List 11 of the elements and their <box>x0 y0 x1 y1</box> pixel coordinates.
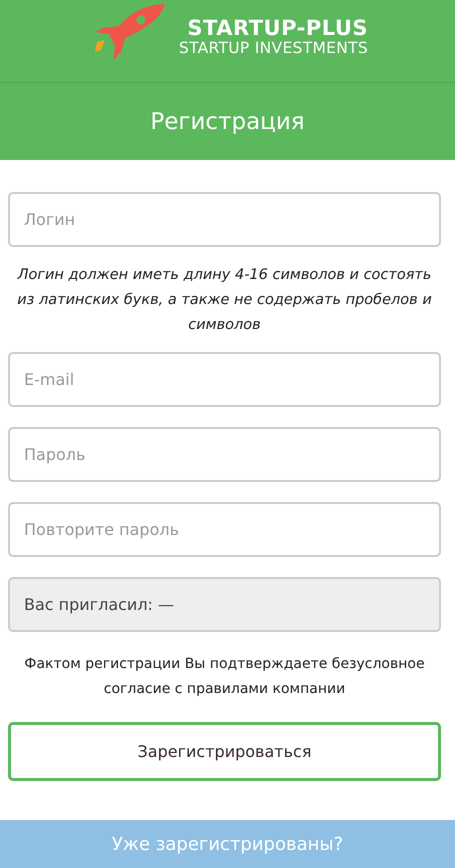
terms-text: Фактом регистрации Вы подтверждаете безусловное согласие с правилами компании <box>23 655 426 699</box>
login-hint: Логин должен иметь длину 4-16 символов и состоять из латинских букв, а также не содержать пробелов и символов <box>16 266 433 335</box>
logo-subtitle: STARTUP INVESTMENTS <box>178 39 368 57</box>
input-field[interactable]: Повторите пароль <box>8 502 441 557</box>
login-field[interactable]: Логин <box>8 192 441 247</box>
page-title: Регистрация <box>150 108 305 134</box>
register-button[interactable]: Зарегистрироваться <box>8 722 441 781</box>
input-field[interactable]: Пароль <box>8 427 441 482</box>
input-field[interactable]: E-mail <box>8 352 441 407</box>
referrer-field: Вас пригласил: — <box>8 577 441 632</box>
logo-title: STARTUP-PLUS <box>187 17 368 39</box>
